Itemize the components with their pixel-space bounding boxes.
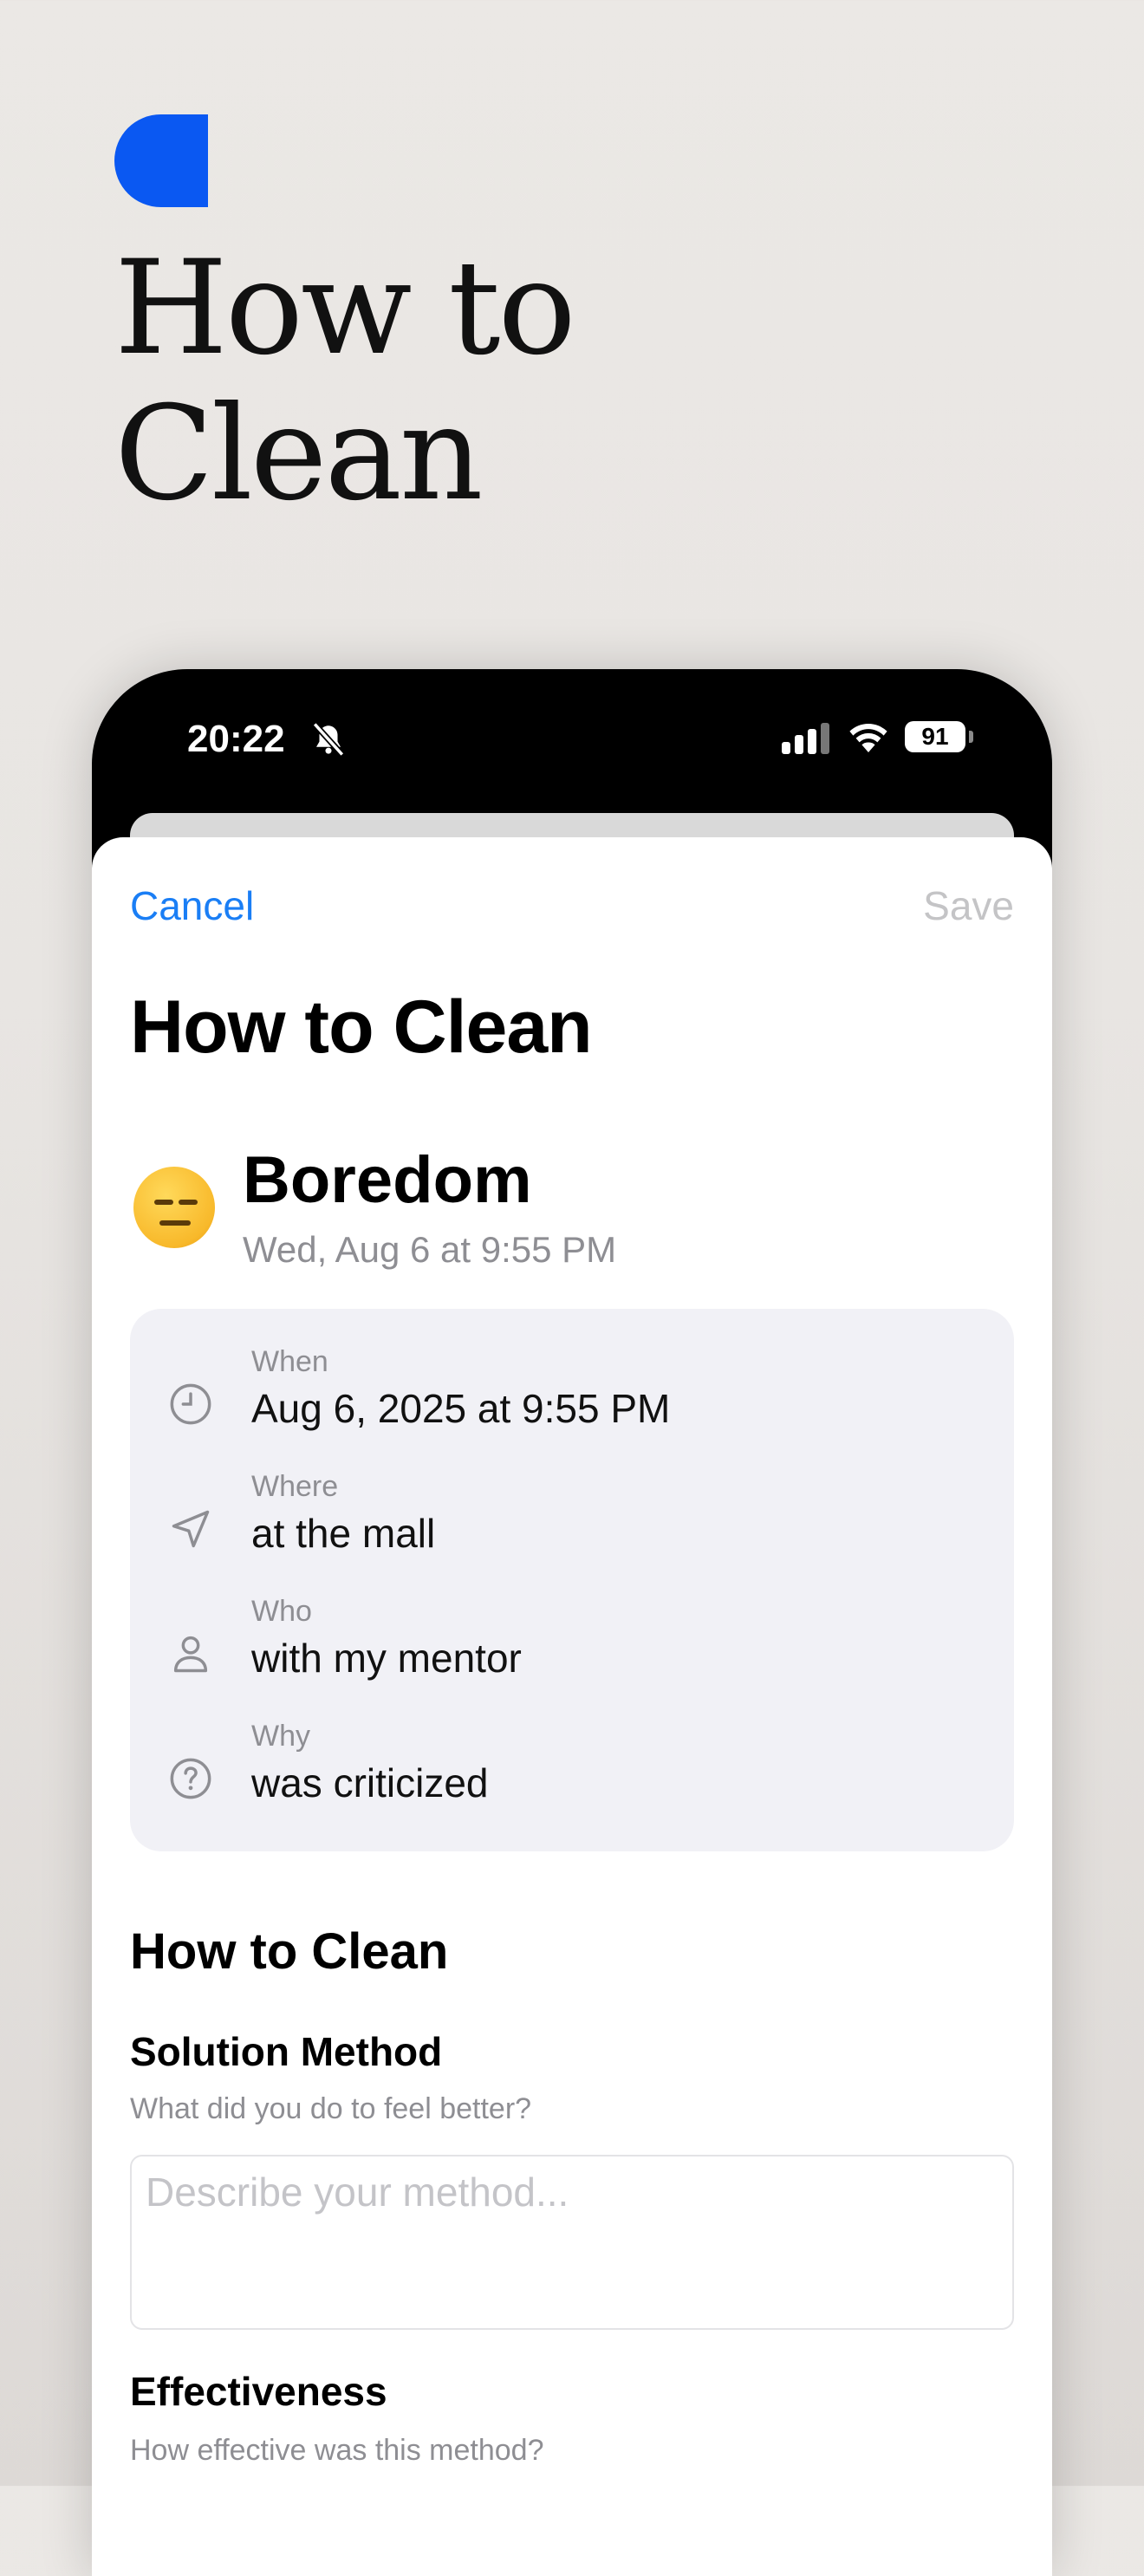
solution-method-help: What did you do to feel better? [130,2092,532,2125]
expressionless-face-icon [133,1167,215,1248]
solution-method-input[interactable] [130,2155,1014,2330]
details-card: When Aug 6, 2025 at 9:55 PM Where at the… [130,1309,1014,1851]
detail-row-who: Who with my mentor [130,1595,1014,1716]
person-icon [173,1636,208,1673]
emotion-name: Boredom [243,1143,532,1217]
detail-label: Why [251,1720,310,1753]
modal-sheet: Cancel Save How to Clean Boredom Wed, Au… [92,837,1052,2576]
status-bar: 20:22 91 [92,669,1052,808]
hero-title: How to Clean [114,233,576,530]
detail-label: Where [251,1470,339,1503]
detail-value: at the mall [251,1511,436,1556]
hero-title-line-2: Clean [114,379,484,530]
save-button[interactable]: Save [923,882,1014,929]
emoji-mouth [159,1220,191,1226]
phone-frame: 20:22 91 Cancel Save How to Clean Boredo… [92,669,1052,2576]
page-title: How to Clean [130,986,593,1069]
detail-row-where: Where at the mall [130,1470,1014,1591]
battery-tip [969,731,973,743]
status-time: 20:22 [187,718,285,760]
detail-row-when: When Aug 6, 2025 at 9:55 PM [130,1345,1014,1467]
detail-label: Who [251,1595,312,1628]
clock-icon [170,1383,211,1425]
section-title: How to Clean [130,1923,449,1980]
detail-value: with my mentor [251,1636,522,1681]
emoji-eye-left [154,1200,173,1205]
detail-value: was criticized [251,1760,489,1805]
bell-slash-icon [312,722,345,757]
effectiveness-title: Effectiveness [130,2369,387,2414]
emoji-eye-right [179,1200,198,1205]
battery-icon: 91 [905,721,965,752]
hero-title-line-1: How to [114,233,576,384]
cancel-button[interactable]: Cancel [130,882,254,929]
emotion-date: Wed, Aug 6 at 9:55 PM [243,1229,617,1270]
detail-row-why: Why was criticized [130,1720,1014,1841]
location-arrow-icon [172,1510,210,1548]
detail-value: Aug 6, 2025 at 9:55 PM [251,1386,671,1431]
detail-label: When [251,1345,328,1378]
signal-icon [782,723,829,754]
brand-logo [114,114,208,207]
effectiveness-help: How effective was this method? [130,2434,544,2467]
solution-method-title: Solution Method [130,2029,443,2074]
wifi-icon [849,724,887,752]
question-circle-icon [170,1758,211,1799]
